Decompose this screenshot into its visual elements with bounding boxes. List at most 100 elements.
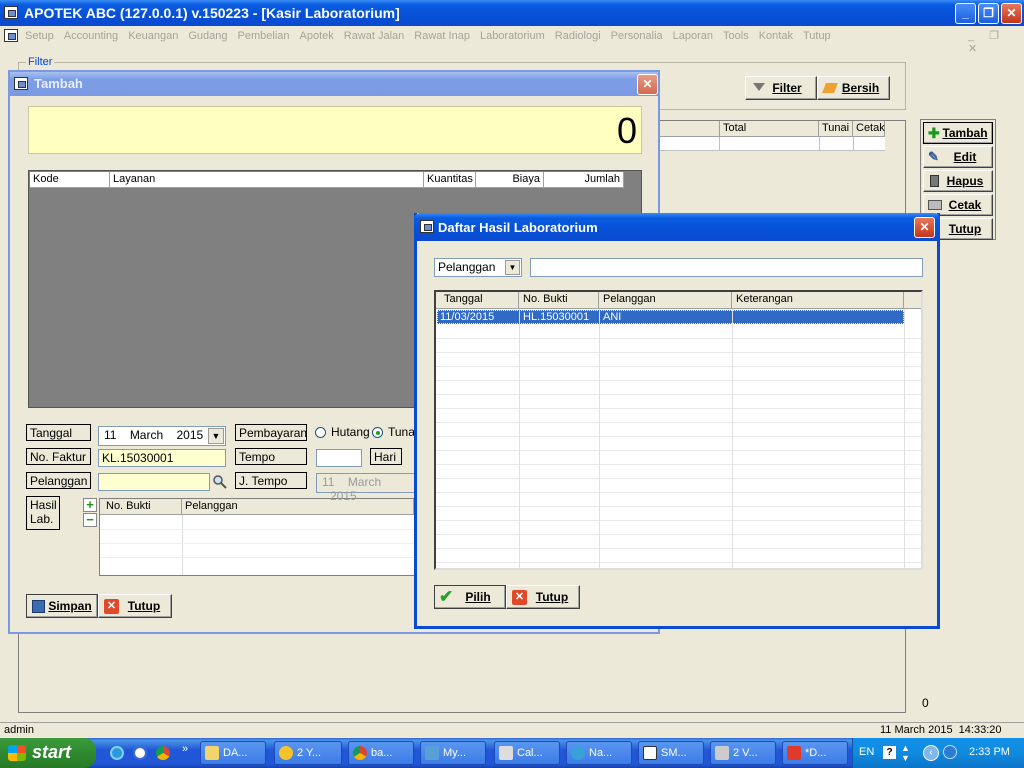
taskbar-item-label: ba... xyxy=(371,747,393,759)
menu-item-tools[interactable]: Tools xyxy=(723,30,749,42)
menu-item-radiologi[interactable]: Radiologi xyxy=(555,30,601,42)
browser-quicklaunch-icon[interactable] xyxy=(133,746,147,760)
taskbar-item-d[interactable]: *D... xyxy=(782,741,848,765)
col-tanggal[interactable]: Tanggal xyxy=(436,292,519,308)
minimize-button[interactable]: _ xyxy=(955,3,976,24)
table-row[interactable]: 11/03/2015 HL.15030001 ANI xyxy=(437,310,904,324)
chevron-down-icon[interactable]: ▼ xyxy=(208,428,224,444)
main-title-text: APOTEK ABC (127.0.0.1) v.150223 - [Kasir… xyxy=(24,5,400,21)
pelanggan-field[interactable] xyxy=(98,473,210,491)
main-title-bar[interactable]: APOTEK ABC (127.0.0.1) v.150223 - [Kasir… xyxy=(0,0,1024,26)
help-icon[interactable]: ? xyxy=(883,746,896,759)
col-kuantitas[interactable]: Kuantitas xyxy=(424,172,476,188)
add-hasil-icon[interactable]: + xyxy=(83,498,97,512)
tambah-close-button[interactable]: ✕ xyxy=(637,74,658,95)
mdi-child-icon[interactable] xyxy=(4,29,18,42)
menu-item-keuangan[interactable]: Keuangan xyxy=(128,30,178,42)
restore-button[interactable]: ❐ xyxy=(978,3,999,24)
col-jumlah[interactable]: Jumlah xyxy=(544,172,624,188)
close-button[interactable]: ✕ xyxy=(1001,3,1022,24)
menu-item-apotek[interactable]: Apotek xyxy=(300,30,334,42)
menu-item-personalia[interactable]: Personalia xyxy=(611,30,663,42)
tanggal-date-picker[interactable]: 11 March 2015 ▼ xyxy=(98,426,226,446)
pilih-button[interactable]: ✔ Pilih xyxy=(434,585,506,609)
col-tunai[interactable]: Tunai xyxy=(819,121,853,137)
col-layanan[interactable]: Layanan xyxy=(110,172,424,188)
col-biaya[interactable]: Biaya xyxy=(476,172,544,188)
row-pelanggan: ANI xyxy=(603,311,622,323)
ie-quicklaunch-icon[interactable] xyxy=(110,746,124,760)
col-total[interactable]: Total xyxy=(719,121,819,137)
taskbar-item-my[interactable]: My... xyxy=(420,741,486,765)
network-icon[interactable] xyxy=(943,745,957,759)
status-datetime: 11 March 2015 14:33:20 xyxy=(880,724,1002,736)
remove-hasil-icon[interactable]: − xyxy=(83,513,97,527)
tray-arrows-icon[interactable]: ▲ ▼ xyxy=(901,743,910,763)
chrome-quicklaunch-icon[interactable] xyxy=(156,746,170,760)
floppy-icon xyxy=(32,600,45,613)
main-grid-row[interactable] xyxy=(655,137,885,151)
tambah-button-label: Tambah xyxy=(942,126,988,140)
col-keterangan[interactable]: Keterangan xyxy=(732,292,904,308)
menu-item-setup[interactable]: Setup xyxy=(25,30,54,42)
hapus-button[interactable]: Hapus xyxy=(923,170,993,192)
taskbar-item-y[interactable]: 2 Y... xyxy=(274,741,342,765)
taskbar-item-da[interactable]: DA... xyxy=(200,741,266,765)
record-count: 0 xyxy=(922,696,929,710)
col-kode[interactable]: Kode xyxy=(30,172,110,188)
tempo-field[interactable] xyxy=(316,449,362,467)
hasil-lab-grid[interactable]: No. Bukti Pelanggan xyxy=(99,498,415,576)
menu-item-rawat-jalan[interactable]: Rawat Jalan xyxy=(344,30,405,42)
start-button[interactable]: start xyxy=(0,738,96,768)
bersih-button[interactable]: Bersih xyxy=(817,76,890,100)
tunai-radio[interactable] xyxy=(372,427,383,438)
daftar-title-bar[interactable]: Daftar Hasil Laboratorium ✕ xyxy=(414,213,940,241)
menu-item-gudang[interactable]: Gudang xyxy=(188,30,227,42)
tambah-button[interactable]: ✚ Tambah xyxy=(923,122,993,144)
menu-item-laboratorium[interactable]: Laboratorium xyxy=(480,30,545,42)
quicklaunch-more-icon[interactable]: » xyxy=(182,743,188,755)
menu-item-kontak[interactable]: Kontak xyxy=(759,30,793,42)
tray-expand-icon[interactable]: ‹ xyxy=(923,745,939,761)
search-input[interactable] xyxy=(530,258,923,277)
folder-icon xyxy=(205,746,219,760)
taskbar-item-cal[interactable]: Cal... xyxy=(494,741,560,765)
chevron-down-icon[interactable]: ▼ xyxy=(505,260,520,275)
col-pelanggan[interactable]: Pelanggan xyxy=(182,499,414,515)
taskbar-item-ba[interactable]: ba... xyxy=(348,741,414,765)
daftar-grid[interactable]: Tanggal No. Bukti Pelanggan Keterangan 1… xyxy=(434,290,923,570)
hutang-radio[interactable] xyxy=(315,427,326,438)
no-faktur-field[interactable]: KL.15030001 xyxy=(98,449,226,467)
col-cetak[interactable]: Cetak xyxy=(853,121,885,137)
menu-item-accounting[interactable]: Accounting xyxy=(64,30,118,42)
tambah-title-bar[interactable]: Tambah ✕ xyxy=(10,72,658,96)
taskbar-item-sm[interactable]: SM... xyxy=(638,741,704,765)
tutup-side-button-label: Tutup xyxy=(948,222,982,236)
menu-item-rawat-inap[interactable]: Rawat Inap xyxy=(414,30,470,42)
jtempo-day: 11 xyxy=(322,475,335,489)
system-tray: EN ? ▲ ▼ ‹ 2:33 PM xyxy=(852,738,1024,768)
taskbar-item-label: SM... xyxy=(661,747,687,759)
bersih-button-label: Bersih xyxy=(841,81,880,95)
simpan-button[interactable]: Simpan xyxy=(26,594,98,618)
daftar-tutup-button[interactable]: ✕ Tutup xyxy=(506,585,580,609)
app-icon[interactable] xyxy=(4,6,18,19)
tambah-tutup-button[interactable]: ✕ Tutup xyxy=(98,594,172,618)
menu-item-pembelian[interactable]: Pembelian xyxy=(238,30,290,42)
taskbar-item-v[interactable]: 2 V... xyxy=(710,741,776,765)
filter-button[interactable]: Filter xyxy=(745,76,817,100)
menu-item-tutup[interactable]: Tutup xyxy=(803,30,831,42)
plus-icon: ✚ xyxy=(928,125,940,141)
language-indicator[interactable]: EN xyxy=(859,746,874,758)
menu-item-laporan[interactable]: Laporan xyxy=(673,30,713,42)
search-field-select-value: Pelanggan xyxy=(438,260,496,274)
search-field-select[interactable]: Pelanggan ▼ xyxy=(434,258,522,277)
col-no-bukti[interactable]: No. Bukti xyxy=(100,499,182,515)
taskbar-item-na[interactable]: Na... xyxy=(566,741,632,765)
daftar-close-button[interactable]: ✕ xyxy=(914,217,935,238)
search-icon[interactable] xyxy=(212,474,228,490)
edit-button[interactable]: ✎ Edit xyxy=(923,146,993,168)
col-no-bukti[interactable]: No. Bukti xyxy=(519,292,599,308)
col-pelanggan[interactable]: Pelanggan xyxy=(599,292,732,308)
clock[interactable]: 2:33 PM xyxy=(969,746,1010,758)
